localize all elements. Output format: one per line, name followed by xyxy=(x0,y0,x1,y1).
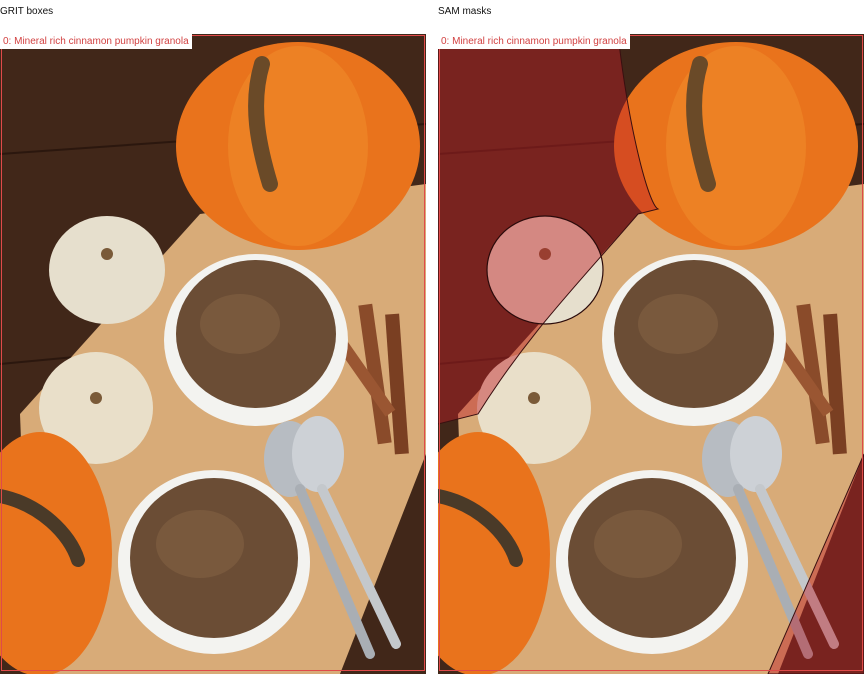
left-panel-title: GRIT boxes xyxy=(0,6,54,17)
left-box-label: 0: Mineral rich cinnamon pumpkin granola xyxy=(0,34,192,49)
right-panel-title: SAM masks xyxy=(438,6,492,17)
right-box-label: 0: Mineral rich cinnamon pumpkin granola xyxy=(438,34,630,49)
granola-bowl-bottom xyxy=(118,470,310,654)
left-photo xyxy=(0,34,426,674)
large-pumpkin-top xyxy=(614,42,858,250)
white-pumpkin-1 xyxy=(49,216,165,324)
large-pumpkin-top xyxy=(176,42,420,250)
granola-bowl-top xyxy=(602,254,786,426)
granola-bowl-top xyxy=(164,254,348,426)
right-photo xyxy=(438,34,864,674)
granola-bowl-bottom xyxy=(556,470,748,654)
